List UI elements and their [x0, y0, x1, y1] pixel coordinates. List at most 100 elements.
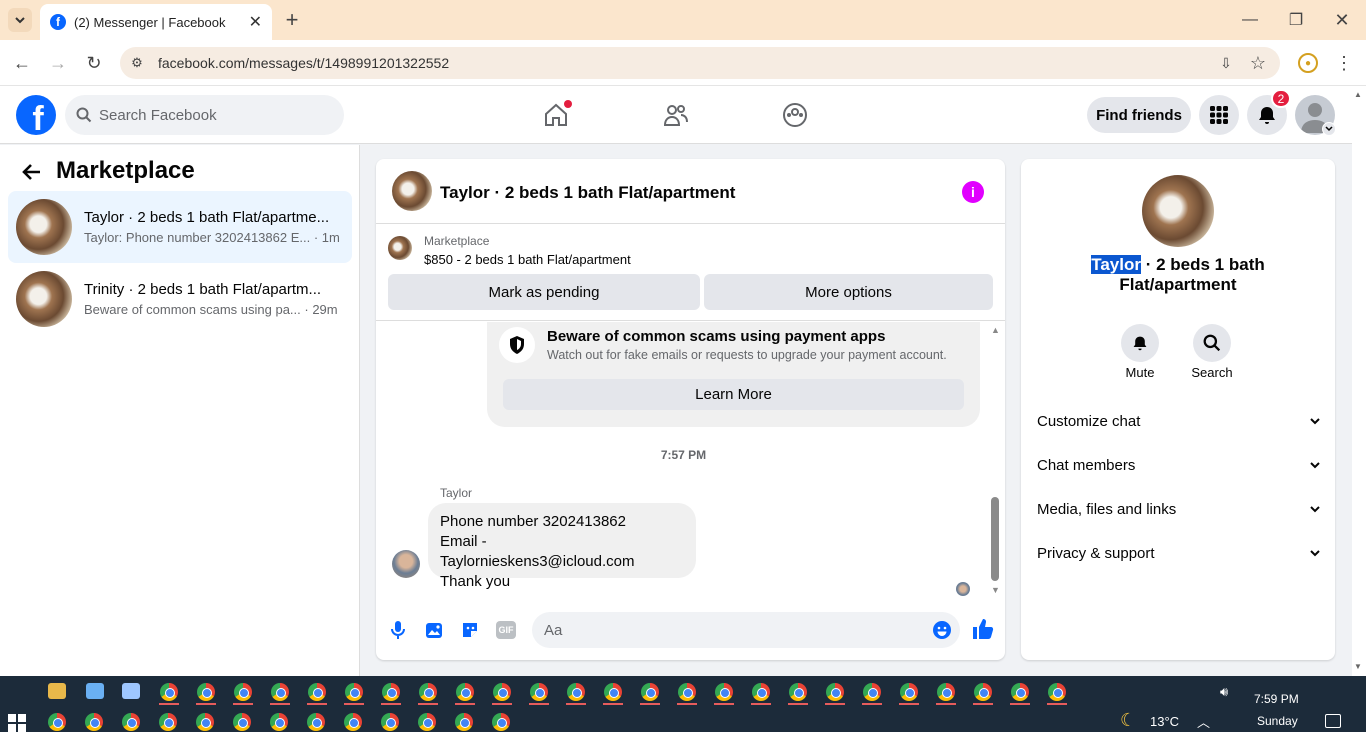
sender-avatar[interactable] [392, 550, 420, 578]
chrome-taskbar-icon[interactable] [492, 713, 510, 731]
clock-day[interactable]: Sunday [1257, 714, 1298, 728]
site-info-icon[interactable]: ⚙ [128, 54, 146, 72]
section-media-files[interactable]: Media, files and links [1037, 494, 1321, 524]
search-conversation-button[interactable] [1193, 324, 1231, 362]
scroll-down-arrow[interactable]: ▼ [991, 585, 1000, 597]
message-bubble[interactable]: Phone number 3202413862 Email - Taylorni… [428, 503, 696, 590]
learn-more-button[interactable]: Learn More [503, 379, 964, 410]
chrome-taskbar-icon[interactable] [345, 683, 363, 701]
section-customize-chat[interactable]: Customize chat [1037, 406, 1321, 436]
forward-button[interactable]: → [46, 51, 70, 75]
chrome-taskbar-icon[interactable] [197, 683, 215, 701]
info-icon[interactable]: i [962, 181, 984, 203]
chrome-taskbar-icon[interactable] [233, 713, 251, 731]
chrome-taskbar-icon[interactable] [1011, 683, 1029, 701]
minimize-button[interactable]: — [1238, 8, 1262, 32]
chrome-taskbar-icon[interactable] [382, 683, 400, 701]
tab-search-button[interactable] [8, 8, 32, 32]
back-button[interactable]: ← [10, 51, 34, 75]
scroll-up-arrow[interactable]: ▲ [991, 325, 1000, 337]
chrome-taskbar-icon[interactable] [493, 683, 511, 701]
menu-button[interactable] [1199, 95, 1239, 135]
listing-price[interactable]: $850 - 2 beds 1 bath Flat/apartment [424, 252, 631, 267]
back-arrow-icon[interactable] [20, 160, 44, 184]
account-chevron[interactable] [1322, 122, 1336, 136]
mark-pending-button[interactable]: Mark as pending [388, 274, 700, 310]
chrome-taskbar-icon[interactable] [456, 683, 474, 701]
chrome-taskbar-icon[interactable] [419, 683, 437, 701]
folder-taskbar-icon[interactable] [48, 683, 66, 699]
chrome-taskbar-icon[interactable] [48, 713, 66, 731]
speaker-icon[interactable]: 🔊︎ [1220, 684, 1228, 700]
chrome-taskbar-icon[interactable] [1048, 683, 1066, 701]
microphone-icon[interactable] [389, 620, 407, 640]
clock-time[interactable]: 7:59 PM [1254, 692, 1299, 706]
browser-tab[interactable]: f (2) Messenger | Facebook ✕ [40, 4, 272, 40]
chat-header-avatar[interactable] [392, 171, 432, 211]
mute-button[interactable] [1121, 324, 1159, 362]
thumbs-up-icon[interactable] [971, 617, 995, 641]
details-avatar[interactable] [1142, 175, 1214, 247]
chrome-taskbar-icon[interactable] [641, 683, 659, 701]
chat-title[interactable]: Taylor · 2 beds 1 bath Flat/apartment [440, 183, 735, 203]
restore-button[interactable]: ❐ [1284, 8, 1308, 32]
emoji-icon[interactable] [932, 620, 952, 640]
chrome-taskbar-icon[interactable] [974, 683, 992, 701]
notification-center-icon[interactable] [1325, 714, 1341, 728]
section-privacy-support[interactable]: Privacy & support [1037, 538, 1321, 568]
groups-icon[interactable] [782, 102, 808, 128]
address-bar[interactable]: facebook.com/messages/t/1498991201322552 [120, 47, 1280, 79]
chrome-taskbar-icon[interactable] [196, 713, 214, 731]
chrome-taskbar-icon[interactable] [122, 713, 140, 731]
page-scroll-up[interactable]: ▲ [1354, 90, 1362, 99]
new-tab-button[interactable]: + [280, 7, 304, 32]
thread-trinity[interactable]: Trinity · 2 beds 1 bath Flat/apartm... B… [8, 263, 352, 335]
gif-icon[interactable]: GIF [496, 621, 516, 639]
chrome-taskbar-icon[interactable] [826, 683, 844, 701]
chrome-taskbar-icon[interactable] [678, 683, 696, 701]
profile-icon[interactable]: ● [1298, 53, 1318, 73]
chrome-taskbar-icon[interactable] [752, 683, 770, 701]
windows-start-icon[interactable] [8, 714, 26, 732]
chrome-taskbar-icon[interactable] [159, 713, 177, 731]
menu-kebab-icon[interactable]: ⋮ [1334, 53, 1354, 73]
keyboard-taskbar-icon[interactable] [122, 683, 140, 699]
temperature[interactable]: 13°C [1150, 714, 1179, 729]
message-input[interactable]: Aa [532, 612, 960, 648]
section-chat-members[interactable]: Chat members [1037, 450, 1321, 480]
chrome-taskbar-icon[interactable] [863, 683, 881, 701]
chrome-taskbar-icon[interactable] [937, 683, 955, 701]
chrome-taskbar-icon[interactable] [307, 713, 325, 731]
more-options-button[interactable]: More options [704, 274, 993, 310]
chrome-taskbar-icon[interactable] [381, 713, 399, 731]
friends-icon[interactable] [663, 103, 689, 127]
sticker-icon[interactable] [460, 620, 480, 640]
chrome-taskbar-icon[interactable] [270, 713, 288, 731]
tray-chevron-icon[interactable]: ︿ [1197, 712, 1210, 731]
chrome-taskbar-icon[interactable] [308, 683, 326, 701]
listing-thumbnail[interactable] [388, 236, 412, 260]
close-window-button[interactable]: ✕ [1330, 8, 1354, 32]
thread-taylor[interactable]: Taylor · 2 beds 1 bath Flat/apartme... T… [8, 191, 352, 263]
chrome-taskbar-icon[interactable] [271, 683, 289, 701]
page-scrollbar[interactable] [1352, 86, 1366, 676]
chrome-taskbar-icon[interactable] [160, 683, 178, 701]
search-input[interactable]: Search Facebook [65, 95, 344, 135]
chrome-taskbar-icon[interactable] [715, 683, 733, 701]
chrome-taskbar-icon[interactable] [344, 713, 362, 731]
facebook-logo[interactable]: f [16, 95, 56, 135]
install-app-icon[interactable]: ⇩ [1216, 53, 1236, 73]
chrome-taskbar-icon[interactable] [234, 683, 252, 701]
bookmark-star-icon[interactable]: ☆ [1248, 53, 1268, 73]
chrome-taskbar-icon[interactable] [900, 683, 918, 701]
photo-icon[interactable] [424, 620, 444, 640]
reload-button[interactable]: ↻ [82, 51, 106, 75]
chrome-taskbar-icon[interactable] [85, 713, 103, 731]
chrome-taskbar-icon[interactable] [604, 683, 622, 701]
chrome-taskbar-icon[interactable] [567, 683, 585, 701]
page-scroll-down[interactable]: ▼ [1354, 662, 1362, 671]
close-tab-icon[interactable]: ✕ [249, 12, 262, 32]
chrome-taskbar-icon[interactable] [530, 683, 548, 701]
chrome-taskbar-icon[interactable] [418, 713, 436, 731]
chat-scrollbar-thumb[interactable] [991, 497, 999, 581]
